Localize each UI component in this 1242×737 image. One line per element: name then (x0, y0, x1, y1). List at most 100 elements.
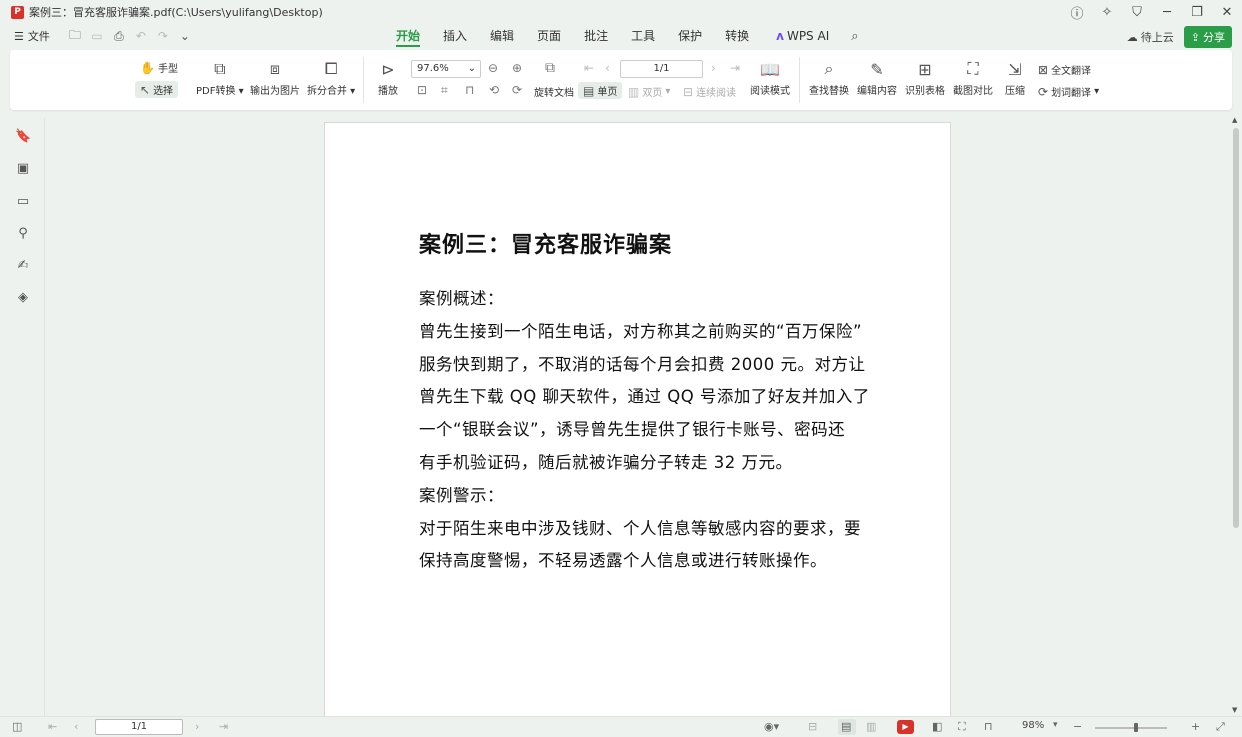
zoom-in-icon[interactable]: ⊕ (512, 61, 522, 75)
actual-size-icon[interactable]: ⊡ (417, 83, 427, 97)
first-page-icon[interactable]: ⇤ (584, 61, 594, 75)
save-icon[interactable]: ▭ (90, 29, 104, 43)
compress-button[interactable]: ⇲ 压缩 (1004, 58, 1026, 98)
share-button[interactable]: ⇪ 分享 (1183, 26, 1232, 48)
cloud-status[interactable]: ☁ 待上云 (1127, 29, 1174, 45)
zoom-out-icon[interactable]: ⊖ (488, 61, 498, 75)
zoom-slider[interactable] (1095, 727, 1167, 729)
continuous-reading-button[interactable]: ⊟ 连续阅读 (683, 84, 736, 100)
search-icon[interactable]: ⌕ (851, 29, 858, 44)
signature-icon[interactable]: ✍ (15, 258, 31, 274)
open-folder-icon[interactable]: 🗀 (68, 26, 82, 47)
translate-icon: ⊠ (1038, 62, 1049, 77)
tab-convert[interactable]: 转换 (725, 24, 749, 48)
double-page-icon[interactable]: ▥ (866, 720, 876, 733)
hand-tool-button[interactable]: ✋ 手型 (140, 60, 178, 76)
tab-page[interactable]: 页面 (537, 24, 561, 48)
zoom-out-icon[interactable]: − (1073, 720, 1082, 733)
last-page-icon[interactable]: ⇥ (219, 720, 228, 733)
single-page-icon[interactable]: ▤ (841, 720, 851, 733)
status-zoom-value[interactable]: 98% (1022, 720, 1044, 731)
single-page-icon: ▤ (583, 83, 595, 98)
wps-ai-button[interactable]: ᴧ WPS AI (776, 29, 829, 43)
title-bar: P 案例三：冒充客服诈骗案.pdf(C:\Users\yulifang\Desk… (0, 0, 1242, 24)
pin-icon[interactable]: ✧ (1092, 0, 1122, 24)
info-icon[interactable]: ⓘ (1062, 0, 1092, 24)
fit-window-icon[interactable]: ⛶ (958, 720, 966, 734)
double-page-button[interactable]: ▥ 双页 ▾ (628, 84, 670, 100)
divider (363, 57, 364, 103)
read-mode-icon[interactable]: ◧ (932, 720, 942, 733)
bookmark-view-icon[interactable]: ⊓ (984, 720, 993, 733)
zoom-in-icon[interactable]: + (1191, 720, 1200, 733)
pdf-convert-icon: ⧉ (214, 59, 226, 78)
zoom-slider-knob[interactable] (1134, 723, 1138, 732)
print-icon[interactable]: ⎙ (112, 29, 126, 44)
single-page-button[interactable]: ▤ 单页 (578, 82, 623, 99)
rotate-right-icon[interactable]: ⟳ (512, 83, 522, 97)
vertical-scrollbar[interactable]: ▲ ▼ (1230, 116, 1242, 716)
thumbnail-icon[interactable]: ▣ (15, 161, 31, 177)
tab-edit[interactable]: 编辑 (490, 24, 514, 48)
redo-icon[interactable]: ↷ (156, 29, 170, 43)
fit-height-icon[interactable]: ⊓ (465, 83, 474, 97)
tab-annotate[interactable]: 批注 (584, 24, 608, 48)
first-page-icon[interactable]: ⇤ (48, 720, 57, 733)
tab-tools[interactable]: 工具 (631, 24, 655, 48)
next-page-icon[interactable]: › (711, 61, 716, 75)
full-translate-button[interactable]: ⊠ 全文翻译 (1038, 62, 1091, 78)
skin-icon[interactable]: ⛉ (1122, 0, 1152, 24)
paragraph-line: 一个“银联会议”，诱导曾先生提供了银行卡账号、密码还 (419, 420, 846, 440)
comment-icon[interactable]: ▭ (15, 194, 31, 210)
minimize-button[interactable]: ─ (1152, 0, 1182, 24)
table-icon: ⊞ (918, 59, 932, 79)
word-translate-button[interactable]: ⟳ 划词翻译 ▾ (1038, 84, 1099, 100)
split-merge-button[interactable]: ⧠ 拆分合并 ▾ (307, 58, 355, 97)
tab-insert[interactable]: 插入 (443, 24, 467, 48)
scroll-down-icon[interactable]: ▼ (1232, 706, 1237, 714)
attachment-icon[interactable]: ⚲ (15, 226, 31, 242)
edit-content-button[interactable]: ✎ 编辑内容 (857, 58, 897, 98)
chevron-down-icon[interactable]: ▾ (1053, 720, 1058, 730)
tab-home[interactable]: 开始 (396, 24, 421, 48)
fit-page-icon[interactable]: ⧉ (545, 60, 555, 76)
scroll-up-icon[interactable]: ▲ (1232, 116, 1237, 124)
sidebar-toggle-icon[interactable]: ◫ (12, 720, 22, 733)
prev-page-icon[interactable]: ‹ (74, 720, 78, 733)
ribbon-toolbar: ✋ 手型 ↖ 选择 ⧉ PDF转换 ▾ ⧈ 输出为图片 ⧠ 拆分合并 ▾ ⊳ 播… (10, 50, 1232, 110)
fit-width-icon[interactable]: ⌗ (441, 83, 448, 98)
screenshot-compare-button[interactable]: ⛶ 截图对比 (953, 58, 993, 97)
last-page-icon[interactable]: ⇥ (730, 61, 740, 75)
close-button[interactable]: ✕ (1212, 0, 1242, 24)
recognize-table-button[interactable]: ⊞ 识别表格 (905, 58, 945, 98)
play-button[interactable]: ⊳ 播放 (377, 58, 399, 98)
chevron-down-icon[interactable]: ⌄ (178, 29, 192, 43)
divider (799, 57, 800, 103)
status-page-input[interactable]: 1/1 (95, 719, 183, 735)
continuous-icon[interactable]: ⊟ (808, 720, 817, 733)
scrollbar-thumb[interactable] (1233, 128, 1239, 528)
tab-protect[interactable]: 保护 (678, 24, 702, 48)
find-replace-button[interactable]: ⌕ 查找替换 (809, 58, 849, 97)
pdf-convert-button[interactable]: ⧉ PDF转换 ▾ (196, 58, 244, 97)
play-icon[interactable]: ▶ (897, 720, 914, 734)
prev-page-icon[interactable]: ‹ (605, 61, 610, 75)
eye-icon[interactable]: ◉▾ (764, 720, 779, 733)
rotate-document-button[interactable]: 旋转文档 (534, 84, 574, 99)
restore-button[interactable]: ❐ (1182, 0, 1212, 24)
bookmark-icon[interactable]: 🔖 (15, 129, 31, 145)
rotate-left-icon[interactable]: ⟲ (489, 83, 499, 97)
select-tool-button[interactable]: ↖ 选择 (135, 81, 179, 98)
page-number-input[interactable]: 1/1 (620, 60, 703, 78)
export-image-button[interactable]: ⧈ 输出为图片 (250, 58, 300, 97)
fullscreen-icon[interactable]: ⤢ (1216, 720, 1225, 734)
next-page-icon[interactable]: › (195, 720, 199, 733)
file-menu[interactable]: ☰ 文件 (14, 28, 50, 44)
undo-icon[interactable]: ↶ (134, 29, 148, 43)
layers-icon[interactable]: ◈ (15, 290, 31, 306)
book-icon: 📖 (760, 59, 780, 79)
rotate-document-label: 旋转文档 (534, 88, 574, 99)
zoom-select[interactable]: 97.6% ⌄ (411, 60, 481, 78)
read-mode-button[interactable]: 📖 阅读模式 (750, 58, 790, 98)
document-body: 案例概述： 曾先生接到一个陌生电话，对方称其之前购买的“百万保险” 服务快到期了… (419, 283, 869, 578)
